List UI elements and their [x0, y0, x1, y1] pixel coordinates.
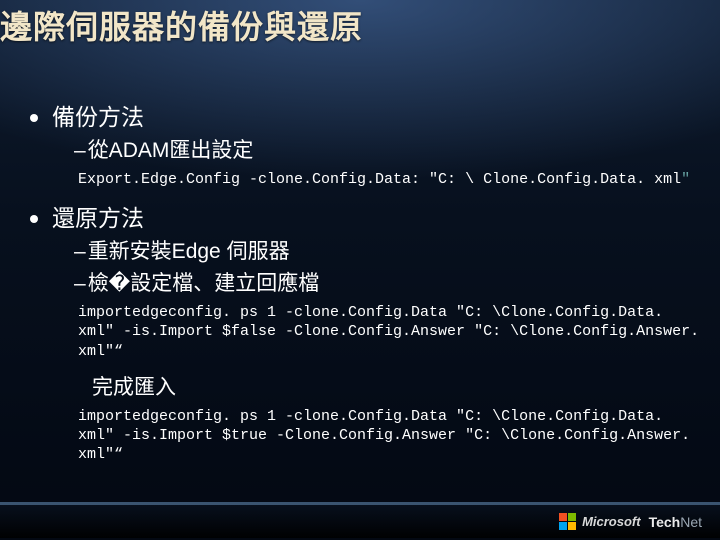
code-import-true: importedgeconfig. ps 1 -clone.Config.Dat… [78, 407, 700, 465]
slide-title: 邊際伺服器的備份與還原 [0, 2, 363, 48]
sub-text: 從ADAM匯出設定 [88, 139, 254, 162]
microsoft-wordmark: Microsoft [582, 514, 641, 529]
code-text: Export.Edge.Config -clone.Config.Data: "… [78, 171, 681, 188]
bullet-icon [30, 215, 38, 223]
code-trailing-quote: " [681, 171, 690, 188]
slide: 邊際伺服器的備份與還原 備份方法 –從ADAM匯出設定 Export.Edge.… [0, 0, 720, 540]
code-text: importedgeconfig. ps 1 -clone.Config.Dat… [78, 408, 699, 463]
bullet-text: 還原方法 [52, 199, 144, 233]
code-text: importedgeconfig. ps 1 -clone.Config.Dat… [78, 304, 708, 359]
code-import-false: importedgeconfig. ps 1 -clone.Config.Dat… [78, 303, 700, 361]
microsoft-icon [559, 513, 576, 530]
bullet-text: 備份方法 [52, 98, 144, 132]
sub-check-config: –檢�設定檔、建立回應檔 [74, 267, 700, 297]
slide-body: 備份方法 –從ADAM匯出設定 Export.Edge.Config -clon… [28, 92, 700, 474]
dash-icon: – [74, 139, 86, 162]
technet-wordmark: TechNet [649, 514, 702, 530]
sub-text: 重新安裝Edge 伺服器 [88, 240, 290, 263]
subhead-complete-import: 完成匯入 [92, 371, 700, 401]
code-export: Export.Edge.Config -clone.Config.Data: "… [78, 170, 700, 189]
dash-icon: – [74, 240, 86, 263]
bullet-restore-method: 還原方法 [28, 199, 700, 233]
bullet-backup-method: 備份方法 [28, 98, 700, 132]
footer-bar: Microsoft TechNet [0, 502, 720, 538]
sub-export-adam: –從ADAM匯出設定 [74, 134, 700, 164]
bullet-icon [30, 114, 38, 122]
sub-reinstall-edge: –重新安裝Edge 伺服器 [74, 235, 700, 265]
sub-text: 檢�設定檔、建立回應檔 [88, 272, 320, 295]
dash-icon: – [74, 272, 86, 295]
microsoft-technet-logo: Microsoft TechNet [559, 513, 702, 530]
